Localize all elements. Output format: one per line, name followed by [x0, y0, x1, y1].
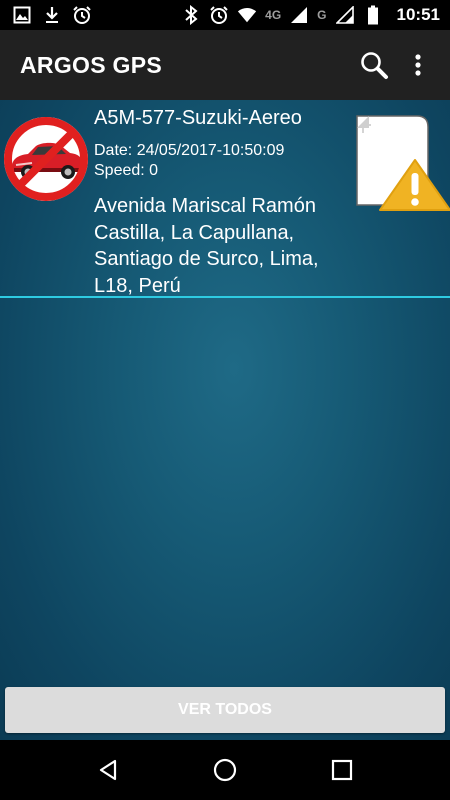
- home-button[interactable]: [200, 745, 250, 795]
- status-bar: 4G G 10:51: [0, 0, 450, 30]
- app-bar: ARGOS GPS: [0, 30, 450, 100]
- wifi-icon: [237, 5, 257, 25]
- list-item[interactable]: A5M-577-Suzuki-Aereo Date: 24/05/2017-10…: [0, 100, 450, 298]
- network-type-secondary: G: [317, 8, 327, 22]
- signal-icon: [335, 5, 355, 25]
- recents-button[interactable]: [317, 745, 367, 795]
- search-button[interactable]: [354, 45, 394, 85]
- status-notifications: [12, 5, 92, 25]
- stopped-car-icon: [2, 115, 90, 203]
- vehicle-speed: Speed: 0: [94, 162, 159, 179]
- battery-icon: [363, 5, 383, 25]
- home-icon: [213, 758, 237, 782]
- search-icon: [361, 52, 388, 79]
- recents-icon: [331, 759, 352, 781]
- status-clock: 10:51: [396, 5, 440, 24]
- vehicle-info: A5M-577-Suzuki-Aereo Date: 24/05/2017-10…: [94, 106, 354, 299]
- network-type-primary: 4G: [265, 8, 282, 22]
- alarm-icon: [209, 5, 229, 25]
- navigation-bar: [0, 740, 450, 800]
- warning-file-icon: [355, 113, 450, 213]
- back-icon: [100, 759, 117, 781]
- signal-icon: [289, 5, 309, 25]
- image-icon: [12, 5, 32, 25]
- back-button[interactable]: [83, 745, 133, 795]
- app-title: ARGOS GPS: [20, 51, 163, 78]
- vehicle-name: A5M-577-Suzuki-Aereo: [94, 107, 302, 129]
- vehicle-date: Date: 24/05/2017-10:50:09: [94, 142, 285, 159]
- ver-todos-button[interactable]: VER TODOS: [5, 687, 445, 733]
- overflow-menu-icon: [415, 54, 421, 76]
- overflow-menu-button[interactable]: [406, 45, 430, 85]
- download-icon: [42, 5, 62, 25]
- bluetooth-icon: [181, 5, 201, 25]
- vehicle-list: A5M-577-Suzuki-Aereo Date: 24/05/2017-10…: [0, 100, 450, 740]
- status-system: 4G G 10:51: [181, 5, 440, 25]
- alarm-icon: [72, 5, 92, 25]
- vehicle-address: Avenida Mariscal Ramón Castilla, La Capu…: [94, 195, 319, 297]
